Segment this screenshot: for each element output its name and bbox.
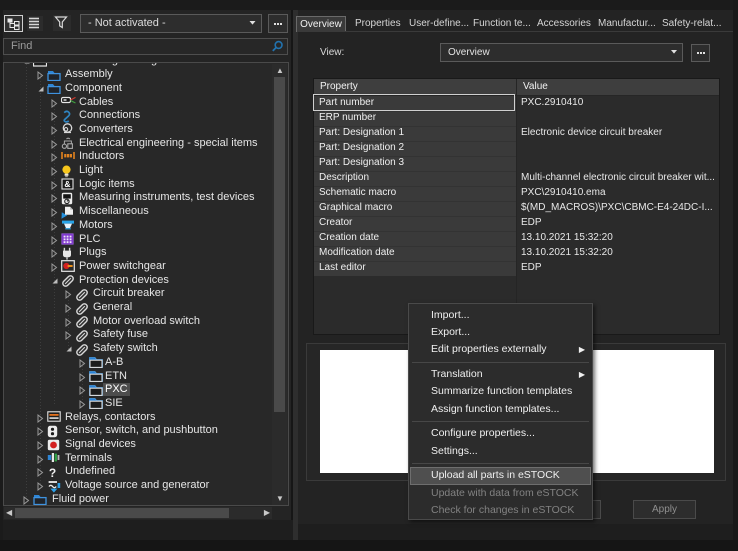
svg-text:&: & [64, 179, 70, 189]
svg-text:?: ? [49, 466, 56, 479]
